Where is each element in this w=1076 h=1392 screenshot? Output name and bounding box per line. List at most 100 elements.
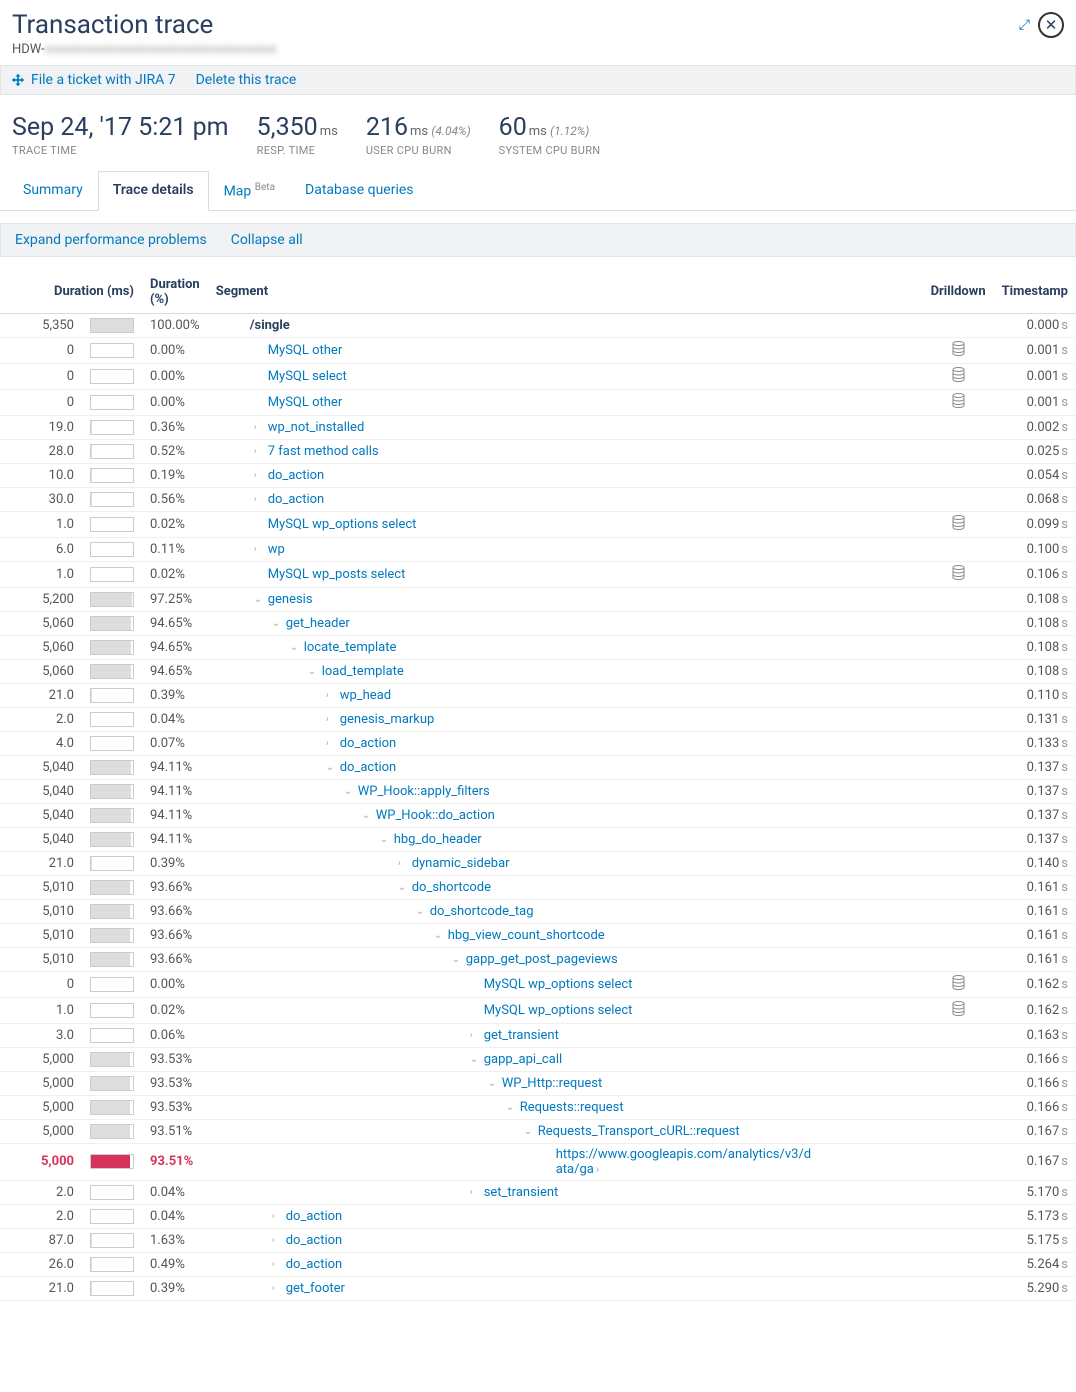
table-row[interactable]: 1.0 0.02% MySQL wp_posts select 0.106s [0, 561, 1076, 587]
segment-name[interactable]: /single [208, 313, 923, 337]
segment-name[interactable]: ›7 fast method calls [208, 439, 923, 463]
table-row[interactable]: 5,040 94.11% ⌄do_action 0.137s [0, 755, 1076, 779]
toggle-arrow-icon[interactable]: › [272, 1211, 282, 1222]
collapse-all-link[interactable]: Collapse all [231, 232, 303, 248]
segment-name[interactable]: ⌄WP_Hook::do_action [208, 803, 923, 827]
segment-name[interactable]: ›dynamic_sidebar [208, 851, 923, 875]
toggle-arrow-icon[interactable]: ⌄ [290, 642, 300, 653]
toggle-arrow-icon[interactable]: › [254, 544, 264, 555]
segment-name[interactable]: ›wp_head [208, 683, 923, 707]
table-row[interactable]: 5,000 93.51% https://www.googleapis.com/… [0, 1143, 1076, 1180]
database-icon[interactable] [952, 519, 965, 534]
table-row[interactable]: 26.0 0.49% ›do_action 5.264s [0, 1252, 1076, 1276]
toggle-arrow-icon[interactable]: › [326, 714, 336, 725]
tab-summary[interactable]: Summary [8, 171, 98, 210]
toggle-arrow-icon[interactable]: ⌄ [434, 930, 444, 941]
segment-name[interactable]: ⌄WP_Http::request [208, 1071, 923, 1095]
segment-name[interactable]: ›get_footer [208, 1276, 923, 1300]
segment-name[interactable]: MySQL wp_posts select [208, 561, 923, 587]
table-row[interactable]: 28.0 0.52% ›7 fast method calls 0.025s [0, 439, 1076, 463]
table-row[interactable]: 21.0 0.39% ›wp_head 0.110s [0, 683, 1076, 707]
table-row[interactable]: 21.0 0.39% ›get_footer 5.290s [0, 1276, 1076, 1300]
table-row[interactable]: 21.0 0.39% ›dynamic_sidebar 0.140s [0, 851, 1076, 875]
toggle-arrow-icon[interactable]: › [398, 858, 408, 869]
table-row[interactable]: 1.0 0.02% MySQL wp_options select 0.099s [0, 511, 1076, 537]
segment-name[interactable]: https://www.googleapis.com/analytics/v3/… [208, 1143, 923, 1180]
col-segment[interactable]: Segment [208, 271, 923, 314]
close-button[interactable]: ✕ [1038, 12, 1064, 38]
toggle-arrow-icon[interactable]: › [272, 1283, 282, 1294]
file-ticket-link[interactable]: File a ticket with JIRA 7 [11, 72, 176, 88]
toggle-arrow-icon[interactable]: › [326, 690, 336, 701]
table-row[interactable]: 2.0 0.04% ›do_action 5.173s [0, 1204, 1076, 1228]
table-row[interactable]: 0 0.00% MySQL wp_options select 0.162s [0, 971, 1076, 997]
table-row[interactable]: 5,000 93.53% ⌄gapp_api_call 0.166s [0, 1047, 1076, 1071]
table-row[interactable]: 2.0 0.04% ›genesis_markup 0.131s [0, 707, 1076, 731]
table-row[interactable]: 6.0 0.11% ›wp 0.100s [0, 537, 1076, 561]
toggle-arrow-icon[interactable]: › [272, 1259, 282, 1270]
segment-name[interactable]: MySQL wp_options select [208, 971, 923, 997]
toggle-arrow-icon[interactable]: ⌄ [344, 786, 354, 797]
toggle-arrow-icon[interactable]: ⌄ [308, 666, 318, 677]
toggle-arrow-icon[interactable]: ⌄ [524, 1126, 534, 1137]
database-icon[interactable] [952, 345, 965, 360]
delete-trace-link[interactable]: Delete this trace [196, 72, 297, 88]
segment-name[interactable]: ›do_action [208, 1204, 923, 1228]
expand-icon[interactable]: ⤢ [1019, 17, 1030, 33]
table-row[interactable]: 5,040 94.11% ⌄WP_Hook::do_action 0.137s [0, 803, 1076, 827]
col-duration-pct[interactable]: Duration (%) [142, 271, 208, 314]
segment-name[interactable]: ⌄WP_Hook::apply_filters [208, 779, 923, 803]
segment-name[interactable]: ›do_action [208, 1228, 923, 1252]
table-row[interactable]: 0 0.00% MySQL other 0.001s [0, 337, 1076, 363]
toggle-arrow-icon[interactable]: ⌄ [254, 594, 264, 605]
toggle-arrow-icon[interactable]: ⌄ [362, 810, 372, 821]
toggle-arrow-icon[interactable]: › [254, 470, 264, 481]
tab-map[interactable]: Map Beta [209, 171, 290, 210]
segment-name[interactable]: ⌄do_shortcode [208, 875, 923, 899]
toggle-arrow-icon[interactable]: ⌄ [398, 882, 408, 893]
toggle-arrow-icon[interactable]: ⌄ [470, 1054, 480, 1065]
table-row[interactable]: 2.0 0.04% ›set_transient 5.170s [0, 1180, 1076, 1204]
col-drilldown[interactable]: Drilldown [923, 271, 994, 314]
table-row[interactable]: 1.0 0.02% MySQL wp_options select 0.162s [0, 997, 1076, 1023]
toggle-arrow-icon[interactable]: › [254, 446, 264, 457]
toggle-arrow-icon[interactable]: ⌄ [272, 618, 282, 629]
segment-name[interactable]: MySQL wp_options select [208, 997, 923, 1023]
table-row[interactable]: 5,200 97.25% ⌄genesis 0.108s [0, 587, 1076, 611]
col-timestamp[interactable]: Timestamp [994, 271, 1076, 314]
segment-name[interactable]: ⌄get_header [208, 611, 923, 635]
table-row[interactable]: 19.0 0.36% ›wp_not_installed 0.002s [0, 415, 1076, 439]
database-icon[interactable] [952, 569, 965, 584]
toggle-arrow-icon[interactable]: ⌄ [326, 762, 336, 773]
segment-name[interactable]: ›get_transient [208, 1023, 923, 1047]
segment-name[interactable]: ›wp [208, 537, 923, 561]
table-row[interactable]: 0 0.00% MySQL other 0.001s [0, 389, 1076, 415]
database-icon[interactable] [952, 397, 965, 412]
segment-name[interactable]: ⌄Requests::request [208, 1095, 923, 1119]
toggle-arrow-icon[interactable]: ⌄ [416, 906, 426, 917]
table-row[interactable]: 30.0 0.56% ›do_action 0.068s [0, 487, 1076, 511]
segment-name[interactable]: ›set_transient [208, 1180, 923, 1204]
table-row[interactable]: 5,040 94.11% ⌄WP_Hook::apply_filters 0.1… [0, 779, 1076, 803]
table-row[interactable]: 5,010 93.66% ⌄hbg_view_count_shortcode 0… [0, 923, 1076, 947]
segment-name[interactable]: ⌄locate_template [208, 635, 923, 659]
toggle-arrow-icon[interactable]: › [470, 1030, 480, 1041]
segment-name[interactable]: ›genesis_markup [208, 707, 923, 731]
table-row[interactable]: 5,040 94.11% ⌄hbg_do_header 0.137s [0, 827, 1076, 851]
database-icon[interactable] [952, 1005, 965, 1020]
table-row[interactable]: 5,060 94.65% ⌄locate_template 0.108s [0, 635, 1076, 659]
segment-name[interactable]: MySQL select [208, 363, 923, 389]
segment-name[interactable]: ›do_action [208, 463, 923, 487]
expand-problems-link[interactable]: Expand performance problems [15, 232, 207, 248]
table-row[interactable]: 87.0 1.63% ›do_action 5.175s [0, 1228, 1076, 1252]
table-row[interactable]: 5,350 100.00% /single 0.000s [0, 313, 1076, 337]
table-row[interactable]: 10.0 0.19% ›do_action 0.054s [0, 463, 1076, 487]
segment-name[interactable]: ⌄hbg_do_header [208, 827, 923, 851]
segment-name[interactable]: MySQL wp_options select [208, 511, 923, 537]
table-row[interactable]: 5,060 94.65% ⌄get_header 0.108s [0, 611, 1076, 635]
table-row[interactable]: 5,010 93.66% ⌄do_shortcode_tag 0.161s [0, 899, 1076, 923]
toggle-arrow-icon[interactable]: › [272, 1235, 282, 1246]
toggle-arrow-icon[interactable]: ⌄ [506, 1102, 516, 1113]
toggle-arrow-icon[interactable]: › [470, 1187, 480, 1198]
toggle-arrow-icon[interactable]: › [254, 422, 264, 433]
